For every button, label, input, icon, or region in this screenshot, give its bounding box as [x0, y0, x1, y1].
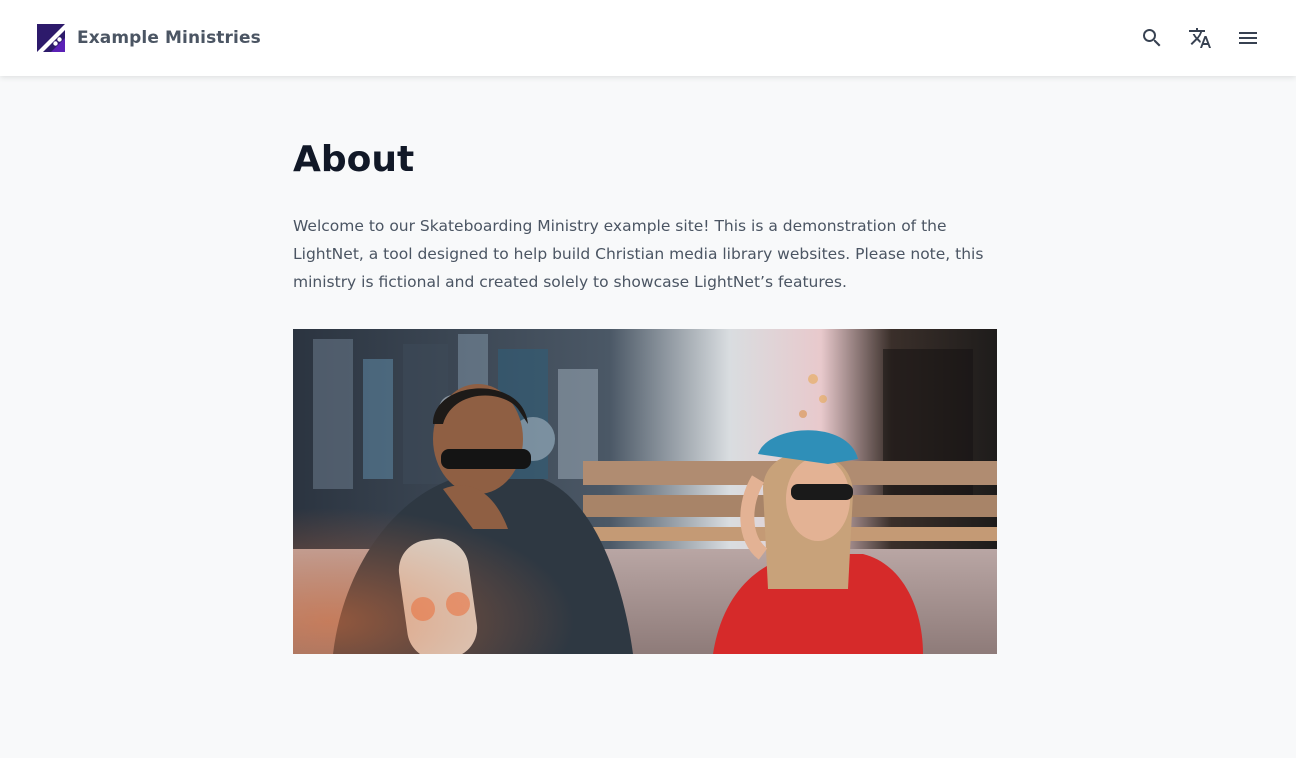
- hero-image: [293, 329, 997, 654]
- search-button[interactable]: [1134, 20, 1170, 56]
- translate-icon: [1189, 28, 1211, 48]
- intro-paragraph: Welcome to our Skateboarding Ministry ex…: [293, 217, 984, 291]
- main-content: About Welcome to our Skateboarding Minis…: [293, 76, 997, 654]
- header-actions: [1134, 20, 1266, 56]
- site-home-link[interactable]: Example Ministries: [37, 24, 261, 52]
- search-icon: [1143, 29, 1161, 47]
- site-name: Example Ministries: [77, 28, 261, 48]
- top-navigation-bar: Example Ministries: [0, 0, 1296, 76]
- language-button[interactable]: [1182, 20, 1218, 56]
- skateboard-logo-icon: [37, 24, 65, 52]
- menu-icon: [1239, 32, 1257, 44]
- page-title: About: [293, 139, 415, 180]
- menu-button[interactable]: [1230, 20, 1266, 56]
